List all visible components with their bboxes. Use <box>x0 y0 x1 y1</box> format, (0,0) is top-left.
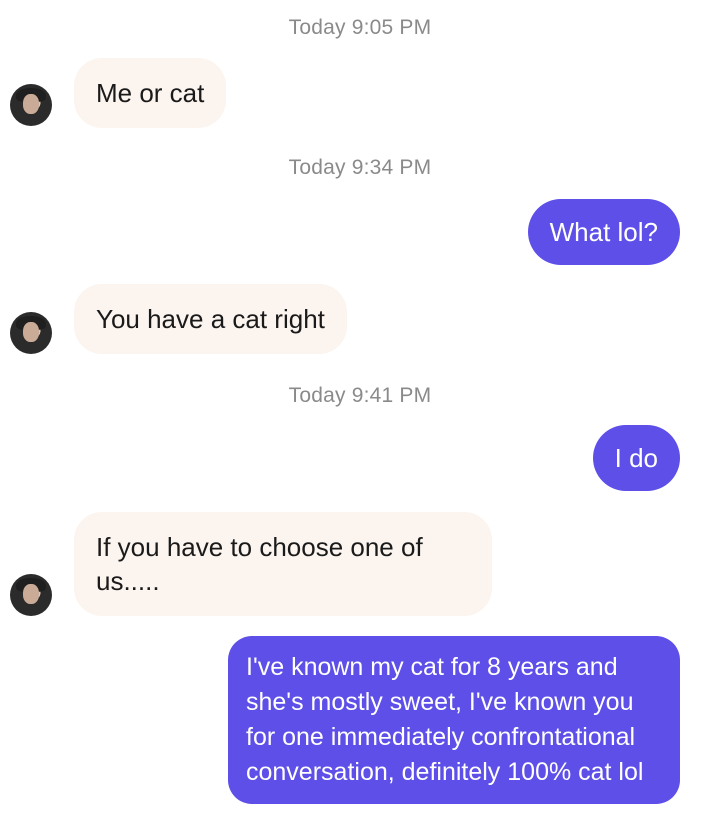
outgoing-message[interactable]: What lol? <box>527 199 680 265</box>
outgoing-message[interactable]: I've known my cat for 8 years and she's … <box>228 636 680 804</box>
avatar-face <box>23 94 39 114</box>
timestamp: Today 9:34 PM <box>288 156 432 179</box>
contact-avatar[interactable] <box>10 84 52 126</box>
incoming-message[interactable]: If you have to choose one of us..... <box>74 512 492 616</box>
outgoing-message[interactable]: I do <box>592 425 680 491</box>
incoming-message[interactable]: You have a cat right <box>74 284 347 354</box>
contact-avatar[interactable] <box>10 574 52 616</box>
timestamp: Today 9:05 PM <box>288 16 432 39</box>
avatar-face <box>23 584 39 604</box>
contact-avatar[interactable] <box>10 312 52 354</box>
timestamp: Today 9:41 PM <box>288 384 432 407</box>
incoming-message[interactable]: Me or cat <box>74 58 227 128</box>
message-thread: Today 9:05 PM Me or cat Today 9:34 PM Wh… <box>0 0 720 827</box>
avatar-face <box>23 322 39 342</box>
